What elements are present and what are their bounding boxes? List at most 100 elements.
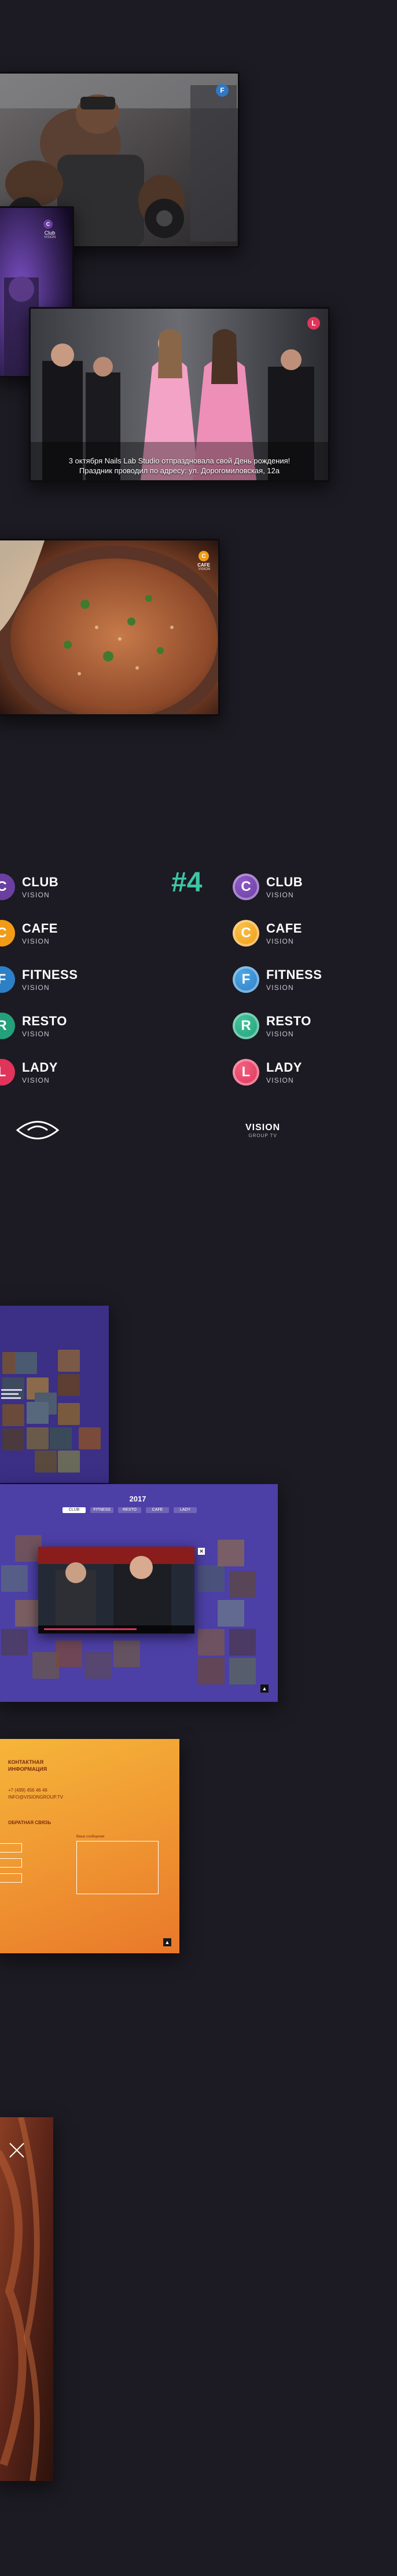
site1-thumbnail[interactable] bbox=[58, 1350, 80, 1372]
brand-lady-icon: L bbox=[0, 1059, 15, 1086]
cafe-badge-sub: VISION bbox=[198, 568, 210, 571]
brand-club-icon: C bbox=[0, 874, 15, 900]
corner-button[interactable]: ▲ bbox=[260, 1685, 269, 1693]
form-field-2[interactable] bbox=[0, 1858, 22, 1868]
news-caption: 3 октября Nails Lab Studio отпраздновала… bbox=[68, 456, 291, 475]
site1-thumbnail[interactable] bbox=[58, 1450, 80, 1472]
form-field-1[interactable] bbox=[0, 1843, 22, 1852]
tv-screen-lady: L 3 октября Nails Lab Studio отпразднова… bbox=[29, 307, 330, 482]
brand-name: CAFE bbox=[266, 921, 302, 936]
site1-text-lines bbox=[1, 1387, 24, 1422]
brand-name: FITNESS bbox=[22, 967, 78, 982]
brand-sub: VISION bbox=[22, 937, 50, 945]
brand-logo-cafe: C CAFE VISION bbox=[233, 920, 302, 947]
site2-thumbnail[interactable] bbox=[113, 1640, 140, 1667]
vision-eye-icon bbox=[16, 1121, 60, 1139]
site2-thumbnail[interactable] bbox=[56, 1640, 82, 1667]
site2-thumbnail[interactable] bbox=[218, 1540, 244, 1566]
site2-tab-resto[interactable]: RESTO bbox=[118, 1507, 141, 1513]
brand-logo-fitness: F FITNESS VISION bbox=[0, 966, 78, 993]
brand-cafe-icon: C bbox=[233, 920, 259, 947]
site2-thumbnail[interactable] bbox=[218, 1600, 244, 1627]
contacts-email: INFO@VISIONGROUP.TV bbox=[8, 1795, 64, 1800]
site1-thumbnail[interactable] bbox=[58, 1403, 80, 1425]
brand-name: RESTO bbox=[22, 1014, 67, 1028]
brand-logo-club: C CLUB VISION bbox=[0, 874, 58, 900]
contacts-corner-button[interactable]: ▲ bbox=[163, 1938, 171, 1946]
site2-thumbnail[interactable] bbox=[1, 1629, 28, 1656]
brand-sub: VISION bbox=[22, 891, 50, 899]
group-logo-title: VISION bbox=[245, 1123, 281, 1132]
brand-logo-lady: L LADY VISION bbox=[0, 1059, 58, 1086]
site2-thumbnail[interactable] bbox=[229, 1629, 256, 1656]
site2-thumbnail[interactable] bbox=[198, 1658, 225, 1685]
site2-thumbnail[interactable] bbox=[198, 1565, 225, 1592]
lady-badge: L bbox=[307, 317, 320, 330]
site-screen-grid bbox=[0, 1306, 109, 1483]
brand-logo-resto: R RESTO VISION bbox=[0, 1013, 67, 1039]
site2-tab-fitness[interactable]: FITNESS bbox=[90, 1507, 113, 1513]
site1-thumbnail[interactable] bbox=[2, 1428, 24, 1450]
site1-thumbnail[interactable] bbox=[27, 1402, 49, 1424]
site2-tab-lady[interactable]: LADY bbox=[174, 1507, 197, 1513]
brand-name: LADY bbox=[22, 1060, 58, 1075]
club-badge-title: Club bbox=[44, 230, 56, 236]
feedback-title: ОБРАТНАЯ СВЯЗЬ bbox=[8, 1820, 52, 1825]
site2-thumbnail[interactable] bbox=[1, 1565, 28, 1592]
brand-logo-club: C CLUB VISION bbox=[233, 874, 303, 900]
cafe-badge-icon: C bbox=[198, 551, 209, 561]
site1-thumbnail[interactable] bbox=[58, 1374, 80, 1396]
hair-photo bbox=[0, 2117, 53, 2481]
site-screen-lady bbox=[0, 2117, 53, 2481]
brand-logo-lady: L LADY VISION bbox=[233, 1059, 302, 1086]
brand-logo-resto: R RESTO VISION bbox=[233, 1013, 311, 1039]
site2-thumbnail[interactable] bbox=[229, 1658, 256, 1685]
site2-tab-club[interactable]: CLUB bbox=[63, 1507, 86, 1513]
food-photo bbox=[0, 540, 218, 714]
site2-thumbnail[interactable] bbox=[229, 1571, 256, 1598]
brand-name: CLUB bbox=[22, 875, 59, 889]
contacts-phone: +7 (499) 456 46 46 bbox=[8, 1788, 47, 1793]
club-badge-icon: C bbox=[43, 220, 53, 229]
brand-club-icon: C bbox=[233, 874, 259, 900]
site1-thumbnail[interactable] bbox=[15, 1352, 37, 1374]
brand-fitness-icon: F bbox=[0, 966, 15, 993]
brand-resto-icon: R bbox=[233, 1013, 259, 1039]
group-logo: VISION GROUP TV bbox=[245, 1123, 280, 1138]
brand-lady-icon: L bbox=[233, 1059, 259, 1086]
site1-thumbnail[interactable] bbox=[35, 1450, 57, 1472]
cafe-badge-title: CAFE bbox=[197, 562, 210, 568]
tv-screen-cafe: C CAFE VISION bbox=[0, 539, 220, 716]
brand-sub: VISION bbox=[266, 891, 294, 899]
site2-tab-cafe[interactable]: CAFE bbox=[146, 1507, 169, 1513]
close-icon[interactable] bbox=[8, 2142, 25, 2159]
brand-name: CLUB bbox=[266, 875, 303, 889]
brand-fitness-icon: F bbox=[233, 966, 259, 993]
site2-thumbnail[interactable] bbox=[84, 1652, 111, 1679]
event-photo bbox=[31, 309, 328, 480]
site-screen-player: 2017 CLUB FITNESS RESTO CAFE LADY ✕ ▲ bbox=[0, 1484, 278, 1702]
brand-logo-cafe: C CAFE VISION bbox=[0, 920, 58, 947]
site1-thumbnail[interactable] bbox=[50, 1427, 72, 1449]
video-frame bbox=[38, 1547, 194, 1634]
player-close-icon[interactable]: ✕ bbox=[198, 1548, 205, 1555]
brand-sub: VISION bbox=[266, 984, 294, 992]
brand-sub: VISION bbox=[22, 984, 50, 992]
brand-sub: VISION bbox=[266, 1030, 294, 1038]
site1-thumbnail[interactable] bbox=[27, 1427, 49, 1449]
video-player[interactable] bbox=[38, 1547, 194, 1634]
fitness-badge: F bbox=[216, 84, 229, 97]
brand-cafe-icon: C bbox=[0, 920, 15, 947]
form-field-3[interactable] bbox=[0, 1873, 22, 1883]
brand-sub: VISION bbox=[266, 937, 294, 945]
site-screen-contacts: КОНТАКТНАЯ ИНФОРМАЦИЯ +7 (499) 456 46 46… bbox=[0, 1739, 179, 1953]
site1-thumbnail[interactable] bbox=[79, 1427, 101, 1449]
brand-logo-fitness: F FITNESS VISION bbox=[233, 966, 322, 993]
brand-sub: VISION bbox=[266, 1076, 294, 1084]
brand-name: RESTO bbox=[266, 1014, 311, 1028]
brand-resto-icon: R bbox=[0, 1013, 15, 1039]
site2-thumbnail[interactable] bbox=[198, 1629, 225, 1656]
club-badge-sub: VISION bbox=[43, 236, 56, 239]
brand-name: FITNESS bbox=[266, 967, 322, 982]
message-textarea[interactable] bbox=[76, 1841, 159, 1894]
